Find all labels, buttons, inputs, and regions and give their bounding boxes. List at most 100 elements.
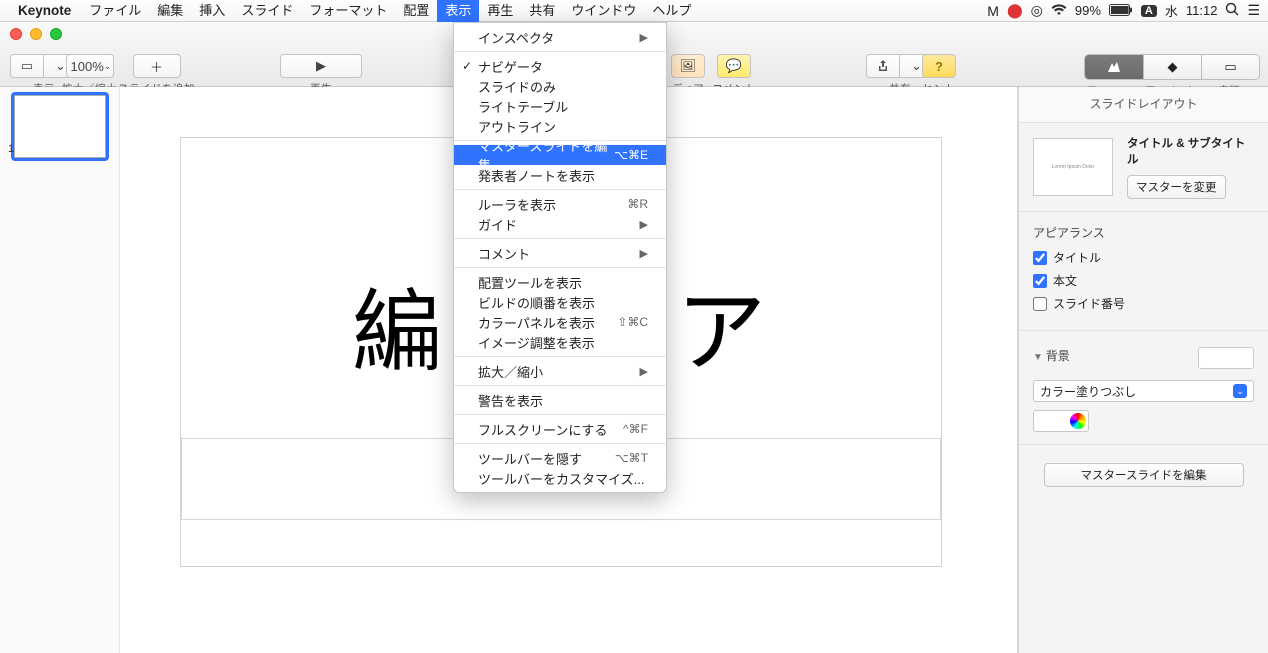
status-icon-2[interactable]: ◎ [1031, 2, 1043, 19]
fill-type-value: カラー塗りつぶし [1040, 383, 1136, 400]
menu-play[interactable]: 再生 [479, 0, 521, 22]
menu-zoom[interactable]: 拡大／縮小▶ [454, 361, 666, 381]
menu-comments-label: コメント [478, 244, 530, 263]
menu-inspector[interactable]: インスペクタ▶ [454, 27, 666, 47]
share-button[interactable] [866, 54, 900, 78]
menu-fullscreen[interactable]: フルスクリーンにする^⌘F [454, 419, 666, 439]
fill-color-well[interactable] [1033, 410, 1089, 432]
background-section: 背景 カラー塗りつぶし⌄ [1019, 331, 1268, 445]
menu-customize-toolbar[interactable]: ツールバーをカスタマイズ... [454, 468, 666, 488]
menu-window[interactable]: ウインドウ [563, 0, 644, 22]
menu-separator [454, 238, 666, 239]
menu-color-panel-shortcut: ⇧⌘C [617, 315, 648, 329]
slidenum-checkbox[interactable] [1033, 297, 1047, 311]
menu-edit[interactable]: 編集 [149, 0, 191, 22]
title-checkbox-row[interactable]: タイトル [1033, 249, 1254, 266]
body-checkbox[interactable] [1033, 274, 1047, 288]
menu-guides-label: ガイド [478, 215, 517, 234]
minimize-window-button[interactable] [30, 28, 42, 40]
view-menu-dropdown: インスペクタ▶ ナビゲータ スライドのみ ライトテーブル アウトライン マスター… [453, 22, 667, 493]
menu-guides[interactable]: ガイド ▶ [454, 214, 666, 234]
menu-insert[interactable]: 挿入 [191, 0, 233, 22]
edit-master-button[interactable]: マスタースライドを編集 [1044, 463, 1244, 487]
submenu-arrow-icon: ▶ [640, 365, 648, 378]
close-window-button[interactable] [10, 28, 22, 40]
menu-edit-master-shortcut: ⌥⌘E [614, 148, 648, 162]
menu-build-order[interactable]: ビルドの順番を表示 [454, 292, 666, 312]
menu-comments[interactable]: コメント▶ [454, 243, 666, 263]
notification-center-icon[interactable]: ☰ [1247, 2, 1260, 19]
layout-preview-text: Lorem Ipsum Dolor [1052, 164, 1095, 170]
menu-color-panel-label: カラーパネルを表示 [478, 313, 595, 332]
menu-help[interactable]: ヘルプ [644, 0, 699, 22]
app-name[interactable]: Keynote [18, 3, 71, 18]
slidenum-checkbox-row[interactable]: スライド番号 [1033, 295, 1254, 312]
menu-arrange[interactable]: 配置 [395, 0, 437, 22]
view-mode-button[interactable]: ▭ [10, 54, 44, 78]
play-button[interactable]: ▶ [280, 54, 362, 78]
menu-hide-toolbar[interactable]: ツールバーを隠す ⌥⌘T [454, 448, 666, 468]
menu-separator [454, 443, 666, 444]
menu-view[interactable]: 表示 [437, 0, 479, 22]
body-checkbox-row[interactable]: 本文 [1033, 272, 1254, 289]
zoom-dropdown[interactable]: 100%⌄ [66, 54, 114, 78]
media-button[interactable]: 🖼 [671, 54, 705, 78]
menu-layout-tools[interactable]: 配置ツールを表示 [454, 272, 666, 292]
tab-animation[interactable]: ◆ [1143, 55, 1201, 79]
menubar-day[interactable]: 水 [1165, 1, 1178, 20]
input-source-icon[interactable]: A [1141, 5, 1157, 17]
menu-hide-toolbar-label: ツールバーを隠す [478, 449, 582, 468]
add-slide-button[interactable]: ＋ [133, 54, 181, 78]
menu-share[interactable]: 共有 [521, 0, 563, 22]
menu-ruler[interactable]: ルーラを表示⌘R [454, 194, 666, 214]
menu-warnings[interactable]: 警告を表示 [454, 390, 666, 410]
menu-edit-master-slides[interactable]: マスタースライドを編集⌥⌘E [454, 145, 666, 165]
slide-thumbnail-1[interactable] [14, 95, 106, 158]
title-checkbox[interactable] [1033, 251, 1047, 265]
menu-separator [454, 51, 666, 52]
menu-hide-toolbar-shortcut: ⌥⌘T [615, 451, 648, 465]
menu-format[interactable]: フォーマット [301, 0, 395, 22]
menu-build-order-label: ビルドの順番を表示 [478, 293, 595, 312]
tab-document[interactable]: ▭ [1201, 55, 1259, 79]
tips-button[interactable]: ? [922, 54, 956, 78]
wifi-icon[interactable] [1051, 3, 1067, 19]
menu-slideonly-label: スライドのみ [478, 77, 556, 96]
slide-navigator[interactable]: 1 [0, 87, 120, 653]
menu-presenter-notes[interactable]: 発表者ノートを表示 [454, 165, 666, 185]
menu-file[interactable]: ファイル [81, 0, 149, 22]
battery-icon[interactable] [1109, 3, 1133, 19]
menu-image-adjust[interactable]: イメージ調整を表示 [454, 332, 666, 352]
system-menubar: Keynote ファイル 編集 挿入 スライド フォーマット 配置 表示 再生 … [0, 0, 1268, 22]
submenu-arrow-icon: ▶ [640, 31, 648, 44]
menu-separator [454, 267, 666, 268]
fill-type-select[interactable]: カラー塗りつぶし⌄ [1033, 380, 1254, 402]
menu-customize-toolbar-label: ツールバーをカスタマイズ... [478, 469, 644, 488]
status-icon-1[interactable]: ⬤ [1007, 2, 1023, 19]
slide-thumbnail-number: 1 [8, 143, 14, 155]
change-master-button[interactable]: マスターを変更 [1127, 175, 1226, 199]
menu-outline[interactable]: アウトライン [454, 116, 666, 136]
background-swatch[interactable] [1198, 347, 1254, 369]
background-label[interactable]: 背景 [1033, 347, 1070, 364]
submenu-arrow-icon: ▶ [640, 218, 648, 231]
layout-name: タイトル & サブタイトル [1127, 135, 1254, 167]
menu-slideonly[interactable]: スライドのみ [454, 76, 666, 96]
menu-ruler-label: ルーラを表示 [478, 195, 556, 214]
menu-separator [454, 385, 666, 386]
menu-slide[interactable]: スライド [233, 0, 301, 22]
menu-navigator[interactable]: ナビゲータ [454, 56, 666, 76]
menu-fullscreen-label: フルスクリーンにする [478, 420, 607, 439]
zoom-window-button[interactable] [50, 28, 62, 40]
gmail-icon[interactable]: M [987, 3, 999, 19]
menu-color-panel[interactable]: カラーパネルを表示 ⇧⌘C [454, 312, 666, 332]
battery-percent: 99% [1075, 3, 1101, 18]
comment-button[interactable]: 💬 [717, 54, 751, 78]
tab-format[interactable] [1085, 55, 1143, 79]
spotlight-icon[interactable] [1225, 2, 1239, 19]
menu-lighttable-label: ライトテーブル [478, 97, 568, 116]
window-controls [10, 28, 62, 40]
menubar-clock[interactable]: 11:12 [1186, 3, 1218, 18]
menu-lighttable[interactable]: ライトテーブル [454, 96, 666, 116]
slide-title-fragment-left: 編 [352, 259, 446, 389]
